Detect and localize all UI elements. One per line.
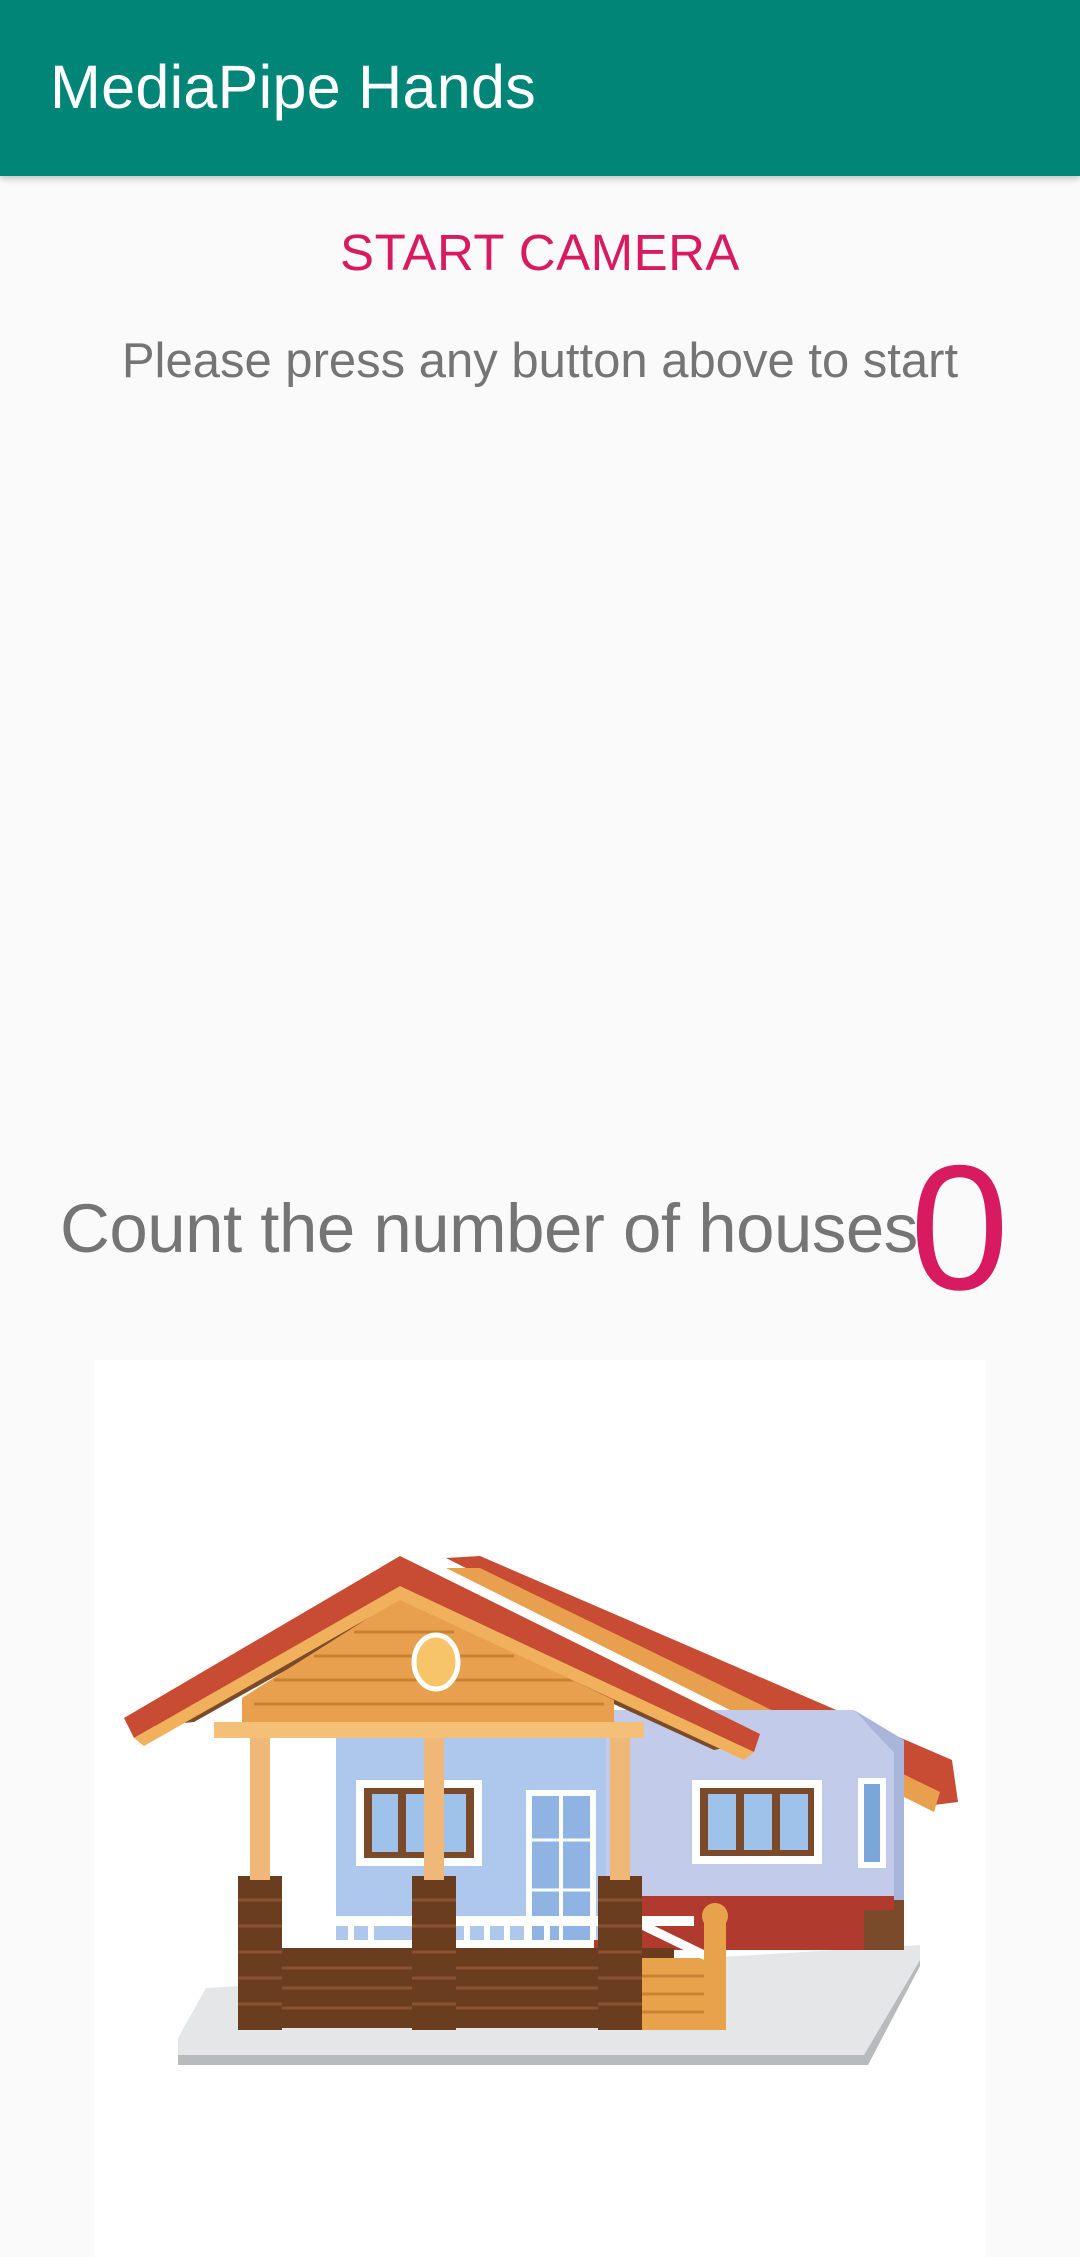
status-hint: Please press any button above to start: [121, 334, 959, 388]
camera-preview: [0, 420, 1080, 1120]
house-image: [94, 1360, 986, 2257]
start-camera-button[interactable]: START CAMERA: [0, 214, 1080, 292]
house-count: 0: [910, 1128, 1009, 1327]
house-illustration: [124, 1556, 958, 2065]
question-text: Count the number of houses: [60, 1190, 918, 1267]
app-bar: MediaPipe Hands: [0, 0, 1080, 176]
app-title: MediaPipe Hands: [50, 53, 537, 121]
